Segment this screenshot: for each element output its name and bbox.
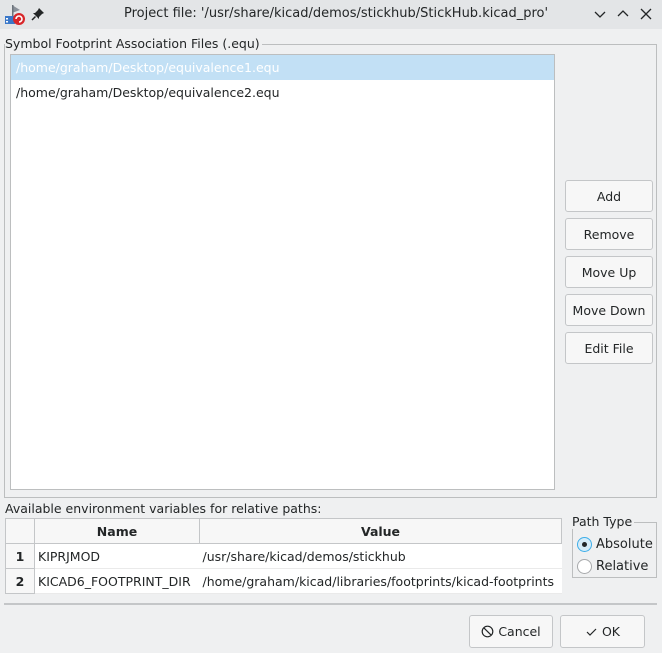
env-var-name[interactable]: KIPRJMOD xyxy=(34,543,200,569)
row-number[interactable]: 2 xyxy=(5,568,35,594)
radio-absolute-label: Absolute xyxy=(596,536,653,552)
env-var-value[interactable]: /usr/share/kicad/demos/stickhub xyxy=(199,543,562,569)
minimize-button[interactable] xyxy=(591,5,609,23)
move-up-button[interactable]: Move Up xyxy=(565,256,653,288)
path-type-label: Path Type xyxy=(572,514,635,529)
cancel-button[interactable]: Cancel xyxy=(469,615,553,648)
cancel-label: Cancel xyxy=(498,624,541,639)
env-var-name[interactable]: KICAD6_FOOTPRINT_DIR xyxy=(34,568,200,594)
radio-absolute[interactable]: Absolute xyxy=(577,534,653,554)
radio-button-unchecked[interactable] xyxy=(577,558,592,574)
edit-file-button[interactable]: Edit File xyxy=(565,332,653,364)
column-header-value[interactable]: Value xyxy=(199,518,562,544)
table-row[interactable]: 2 KICAD6_FOOTPRINT_DIR /home/graham/kica… xyxy=(5,568,562,594)
ok-button[interactable]: OK xyxy=(560,615,645,648)
title-bar: Project file: '/usr/share/kicad/demos/st… xyxy=(0,0,662,29)
remove-button[interactable]: Remove xyxy=(565,218,653,250)
env-vars-table: Name Value 1 KIPRJMOD /usr/share/kicad/d… xyxy=(5,518,562,594)
row-number[interactable]: 1 xyxy=(5,543,35,569)
separator xyxy=(4,603,657,605)
equ-file-item[interactable]: /home/graham/Desktop/equivalence2.equ xyxy=(11,80,554,105)
radio-relative[interactable]: Relative xyxy=(577,556,648,576)
radio-relative-label: Relative xyxy=(596,558,649,574)
env-vars-label: Available environment variables for rela… xyxy=(5,501,322,516)
equ-file-list[interactable]: /home/graham/Desktop/equivalence1.equ /h… xyxy=(10,54,555,490)
column-header-name[interactable]: Name xyxy=(34,518,200,544)
window-title: Project file: '/usr/share/kicad/demos/st… xyxy=(123,6,549,21)
radio-button-checked[interactable] xyxy=(577,536,592,552)
checkmark-icon xyxy=(586,628,597,636)
maximize-button[interactable] xyxy=(614,5,632,23)
table-header-row: Name Value xyxy=(5,518,562,544)
env-var-value[interactable]: /home/graham/kicad/libraries/footprints/… xyxy=(199,568,562,594)
equ-file-item[interactable]: /home/graham/Desktop/equivalence1.equ xyxy=(11,55,554,80)
add-button[interactable]: Add xyxy=(565,180,653,212)
cancel-icon xyxy=(481,625,494,638)
move-down-button[interactable]: Move Down xyxy=(565,294,653,326)
close-button[interactable] xyxy=(637,5,655,23)
equ-files-group-label: Symbol Footprint Association Files (.equ… xyxy=(5,36,262,51)
table-row[interactable]: 1 KIPRJMOD /usr/share/kicad/demos/stickh… xyxy=(5,543,562,569)
ok-label: OK xyxy=(601,624,621,639)
corner-header xyxy=(5,518,35,544)
